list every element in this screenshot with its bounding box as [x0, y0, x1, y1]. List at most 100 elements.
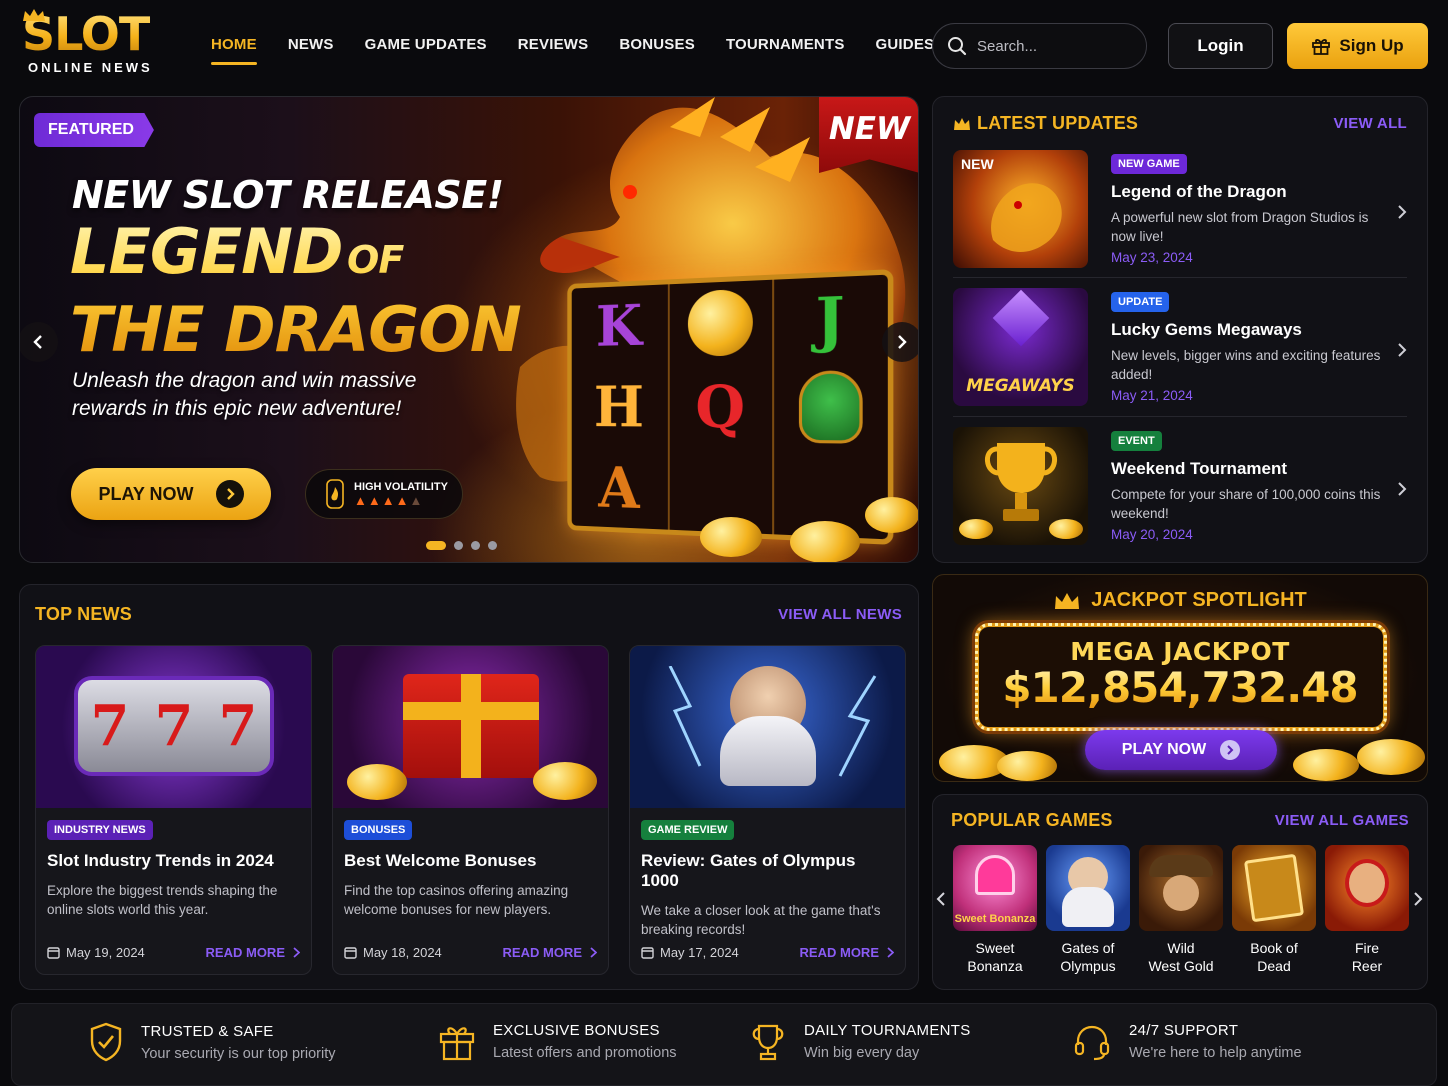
latest-updates-panel: LATEST UPDATES VIEW ALL NEW NEW GAME Leg…	[932, 96, 1428, 563]
read-more-link[interactable]: READ MORE	[206, 945, 300, 960]
jackpot-title: JACKPOT SPOTLIGHT	[933, 589, 1427, 612]
update-item[interactable]: MEGAWAYS UPDATE Lucky Gems Megaways New …	[953, 288, 1413, 408]
news-badge: INDUSTRY NEWS	[47, 820, 153, 840]
megaways-logo-text: MEGAWAYS	[966, 376, 1075, 396]
search-icon	[948, 37, 967, 56]
carousel-dot[interactable]	[454, 541, 463, 550]
volatility-flames: ▲▲▲▲▲	[354, 493, 448, 508]
feature-item: 24/7 SUPPORT We're here to help anytime	[1073, 1022, 1302, 1061]
hero-play-now-button[interactable]: PLAY NOW	[71, 468, 271, 520]
game-tile[interactable]: Sweet Bonanza Sweet Bonanza	[953, 845, 1037, 975]
crown-icon	[954, 117, 970, 130]
popular-games-view-all-link[interactable]: VIEW ALL GAMES	[1275, 812, 1409, 829]
nav-guides[interactable]: GUIDES	[876, 36, 935, 53]
news-date: May 17, 2024	[641, 945, 739, 960]
game-tile[interactable]: Wild West Gold	[1139, 845, 1223, 975]
calendar-icon	[344, 947, 357, 959]
latest-updates-title: LATEST UPDATES	[977, 113, 1139, 133]
latest-updates-header: LATEST UPDATES	[953, 113, 1138, 134]
update-badge: EVENT	[1111, 431, 1162, 451]
popular-games-panel: POPULAR GAMES VIEW ALL GAMES Sweet Bonan…	[932, 794, 1428, 990]
trophy-art	[985, 443, 1057, 521]
update-description: New levels, bigger wins and exciting fea…	[1111, 348, 1381, 382]
reel-symbol: H	[571, 365, 670, 449]
news-card[interactable]: 7 7 7 INDUSTRY NEWS Slot Industry Trends…	[35, 645, 312, 975]
search-box[interactable]	[932, 23, 1147, 69]
update-item[interactable]: NEW NEW GAME Legend of the Dragon A powe…	[953, 150, 1413, 270]
game-tile[interactable]: Fire Reer	[1325, 845, 1409, 975]
latest-updates-view-all-link[interactable]: VIEW ALL	[1333, 115, 1407, 132]
update-date: May 20, 2024	[1111, 527, 1193, 542]
news-card[interactable]: GAME REVIEW Review: Gates of Olympus 100…	[629, 645, 906, 975]
hero-title: LEGEND OF THE DRAGON	[70, 215, 521, 366]
hero-subtitle: Unleash the dragon and win massive rewar…	[72, 369, 417, 420]
calendar-icon	[47, 947, 60, 959]
reel-symbol: A	[571, 447, 670, 530]
coin-decoration	[997, 751, 1057, 781]
chevron-right-icon	[1398, 343, 1407, 357]
coin-decoration	[1049, 519, 1083, 539]
shield-check-icon	[90, 1022, 122, 1062]
search-input[interactable]	[977, 37, 1127, 55]
games-next-arrow[interactable]	[1413, 891, 1423, 907]
update-thumbnail: MEGAWAYS	[953, 288, 1088, 406]
top-news-panel: TOP NEWS VIEW ALL NEWS 7 7 7 INDUSTRY NE…	[19, 584, 919, 990]
nav-tournaments[interactable]: TOURNAMENTS	[726, 36, 845, 53]
login-label: Login	[1197, 36, 1244, 55]
game-name: Gates of Olympus	[1060, 940, 1116, 974]
game-tile[interactable]: Gates of Olympus	[1046, 845, 1130, 975]
chevron-right-icon	[293, 947, 300, 958]
news-card[interactable]: BONUSES Best Welcome Bonuses Find the to…	[332, 645, 609, 975]
signup-label: Sign Up	[1339, 36, 1404, 55]
hero-prev-arrow[interactable]	[20, 322, 58, 362]
nav-reviews[interactable]: REVIEWS	[518, 36, 589, 53]
flame-icon: ▲	[381, 492, 396, 508]
features-bar: TRUSTED & SAFE Your security is our top p…	[11, 1003, 1437, 1086]
lightning-art	[668, 666, 877, 777]
jackpot-play-now-button[interactable]: PLAY NOW	[1085, 730, 1277, 770]
game-thumbnail: Sweet Bonanza	[953, 845, 1037, 931]
gift-icon	[439, 1026, 475, 1060]
game-tile[interactable]: Book of Dead	[1232, 845, 1316, 975]
chevron-right-icon	[1398, 205, 1407, 219]
read-more-link[interactable]: READ MORE	[800, 945, 894, 960]
popular-games-title: POPULAR GAMES	[951, 810, 1113, 830]
dragon-thumb-art	[991, 183, 1062, 252]
reel-symbol: K	[571, 284, 670, 367]
coin-decoration	[347, 764, 407, 800]
feature-item: DAILY TOURNAMENTS Win big every day	[750, 1022, 971, 1061]
chevron-right-icon	[590, 947, 597, 958]
signup-button[interactable]: Sign Up	[1287, 23, 1428, 69]
carousel-dot[interactable]	[426, 541, 446, 550]
site-logo[interactable]: SLOT ONLINE NEWS	[22, 9, 172, 82]
news-image: 7 7 7	[36, 646, 311, 808]
feature-item: EXCLUSIVE BONUSES Latest offers and promo…	[439, 1022, 677, 1061]
nav-news[interactable]: NEWS	[288, 36, 334, 53]
calendar-icon	[641, 947, 654, 959]
nav-game-updates[interactable]: GAME UPDATES	[365, 36, 487, 53]
update-title: Lucky Gems Megaways	[1111, 320, 1302, 339]
carousel-dot[interactable]	[471, 541, 480, 550]
crown-icon	[1055, 592, 1080, 609]
update-description: A powerful new slot from Dragon Studios …	[1111, 210, 1369, 244]
divider	[953, 277, 1407, 278]
hero-next-arrow[interactable]	[882, 322, 918, 362]
top-news-view-all-link[interactable]: VIEW ALL NEWS	[778, 606, 902, 623]
carousel-dot[interactable]	[488, 541, 497, 550]
read-more-link[interactable]: READ MORE	[503, 945, 597, 960]
games-prev-arrow[interactable]	[936, 891, 946, 907]
feature-item: TRUSTED & SAFE Your security is our top p…	[89, 1022, 336, 1062]
coin-decoration	[1293, 749, 1359, 781]
flame-icon: ▲	[409, 492, 424, 508]
login-button[interactable]: Login	[1168, 23, 1273, 69]
featured-tag: FEATURED	[34, 113, 154, 147]
update-item[interactable]: EVENT Weekend Tournament Compete for you…	[953, 427, 1413, 547]
news-badge: BONUSES	[344, 820, 413, 840]
divider	[953, 416, 1407, 417]
nav-home[interactable]: HOME	[211, 36, 257, 65]
nav-bonuses[interactable]: BONUSES	[619, 36, 695, 53]
reel-symbol: Q	[669, 363, 775, 451]
coin-decoration	[700, 517, 762, 557]
chevron-right-icon	[215, 480, 244, 508]
featured-hero-banner[interactable]: K J H Q A FEATURED NEW NEW SLOT RELEASE!…	[19, 96, 919, 563]
